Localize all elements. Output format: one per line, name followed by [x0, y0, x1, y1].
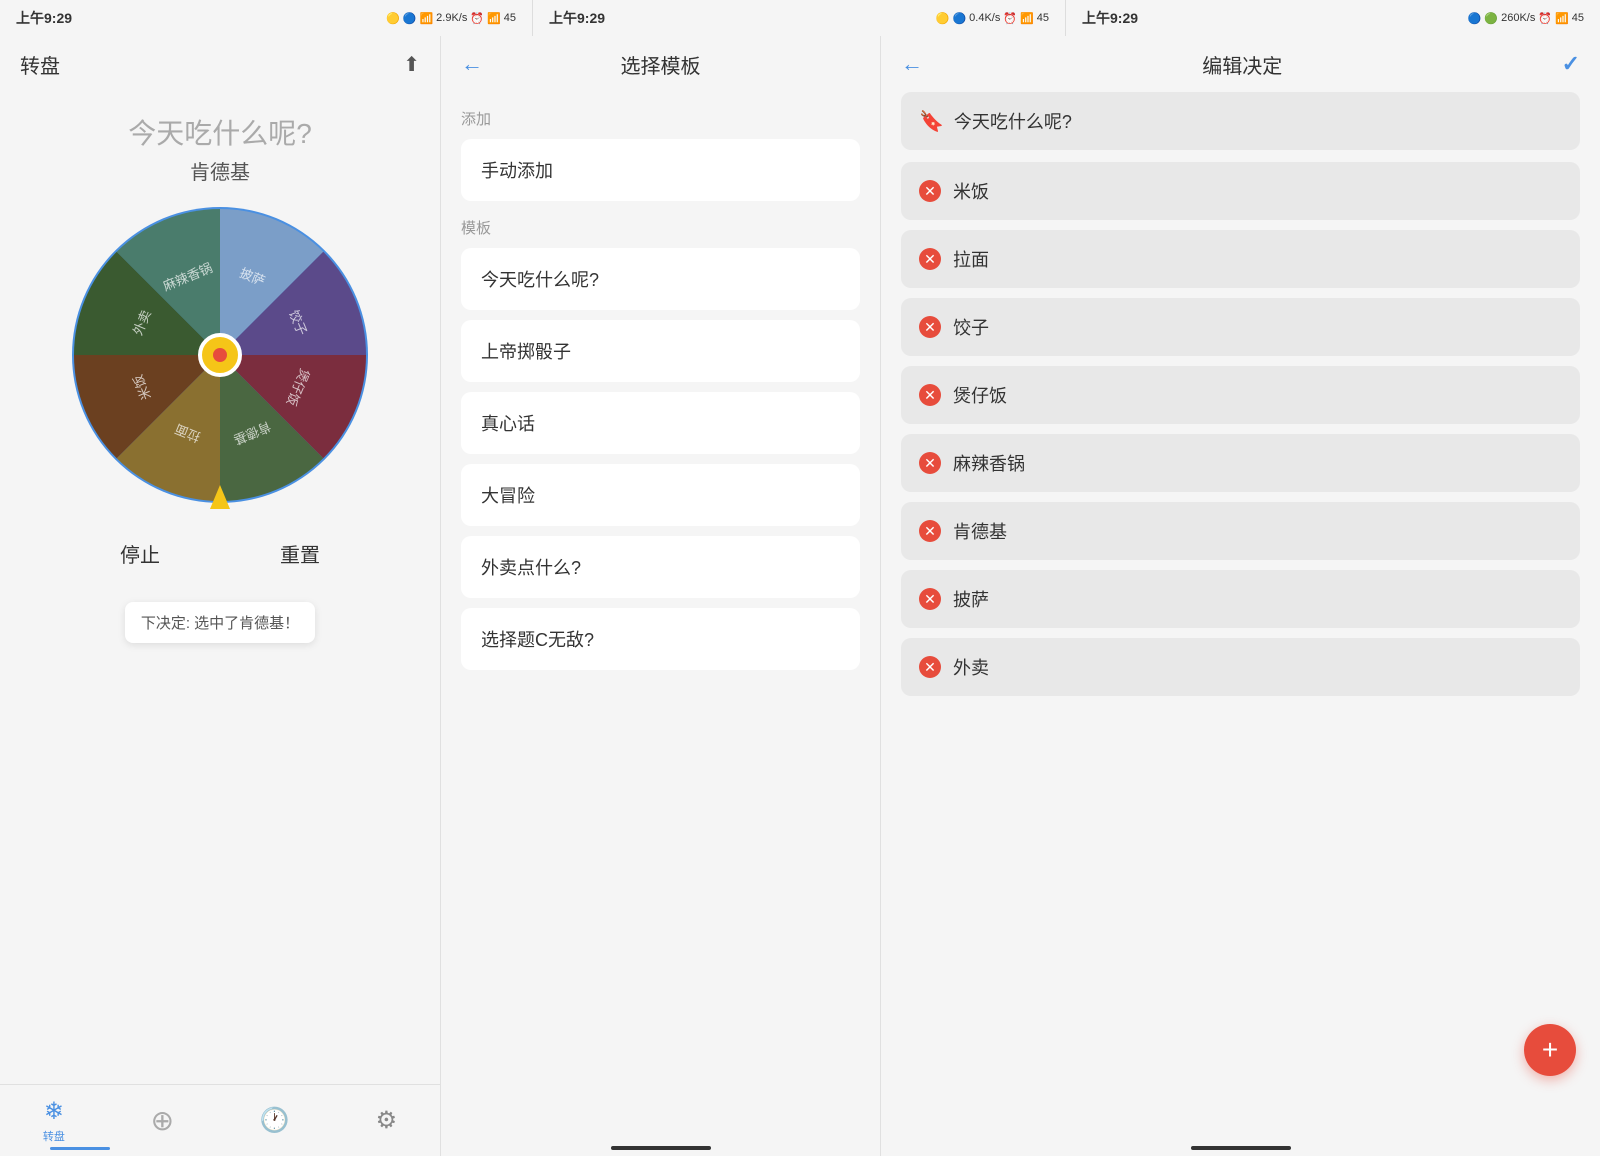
bottom-indicator-3 — [1191, 1146, 1291, 1150]
delete-item-0[interactable]: ✕ — [919, 180, 941, 202]
template-section-label: 模板 — [461, 217, 860, 238]
template-content: 添加 手动添加 模板 今天吃什么呢? 上帝掷骰子 真心话 大冒险 外卖点什么? … — [441, 92, 880, 1140]
wheel-pointer — [210, 485, 230, 509]
edit-item-text-0: 米饭 — [953, 178, 989, 204]
bottom-indicator-2 — [611, 1146, 711, 1150]
edit-header: ← 编辑决定 ✓ — [881, 36, 1600, 92]
fab-add-button[interactable]: + — [1524, 1024, 1576, 1076]
template-item-5[interactable]: 选择题C无敌? — [461, 608, 860, 670]
template-item-1[interactable]: 上帝掷骰子 — [461, 320, 860, 382]
wheel-header: 转盘 ⬆ — [0, 36, 440, 92]
delete-item-5[interactable]: ✕ — [919, 520, 941, 542]
edit-item-text-7: 外卖 — [953, 654, 989, 680]
add-nav-icon: ⊕ — [151, 1104, 174, 1137]
wheel-spinner[interactable]: 麻辣香锅 披萨 饺子 煲仔饭 肯德基 拉面 米饭 外卖 — [70, 205, 370, 505]
template-item-0[interactable]: 今天吃什么呢? — [461, 248, 860, 310]
time-3: 上午9:29 — [1082, 8, 1138, 28]
settings-nav-icon: ⚙ — [376, 1106, 398, 1135]
reset-button[interactable]: 重置 — [280, 539, 320, 568]
nav-active-indicator — [50, 1147, 110, 1150]
edit-item-text-2: 饺子 — [953, 314, 989, 340]
icons-2: 🟡 🔵 0.4K/s ⏰ 📶 45 — [936, 12, 1049, 25]
edit-item-text-1: 拉面 — [953, 246, 989, 272]
delete-item-1[interactable]: ✕ — [919, 248, 941, 270]
wheel-title-label: 转盘 — [20, 50, 60, 79]
manual-add-button[interactable]: 手动添加 — [461, 139, 860, 201]
edit-item-text-3: 煲仔饭 — [953, 382, 1007, 408]
panels: 转盘 ⬆ 今天吃什么呢? 肯德基 — [0, 36, 1600, 1156]
time-2: 上午9:29 — [549, 8, 605, 28]
history-nav-icon: 🕐 — [260, 1106, 290, 1135]
wheel-toast: 下决定: 选中了肯德基！ — [125, 602, 315, 643]
template-header: ← 选择模板 — [441, 36, 880, 92]
edit-item-text-5: 肯德基 — [953, 518, 1007, 544]
bookmark-icon: 🔖 — [919, 109, 944, 134]
time-1: 上午9:29 — [16, 8, 72, 28]
edit-item-7: ✕ 外卖 — [901, 638, 1580, 696]
delete-item-7[interactable]: ✕ — [919, 656, 941, 678]
panel-edit: ← 编辑决定 ✓ 🔖 今天吃什么呢? ✕ 米饭 ✕ 拉面 ✕ 饺子 — [880, 36, 1600, 1156]
edit-item-0: ✕ 米饭 — [901, 162, 1580, 220]
edit-item-6: ✕ 披萨 — [901, 570, 1580, 628]
edit-item-1: ✕ 拉面 — [901, 230, 1580, 288]
wheel-area: 今天吃什么呢? 肯德基 — [0, 92, 440, 1084]
edit-back-button[interactable]: ← — [901, 51, 923, 77]
edit-item-3: ✕ 煲仔饭 — [901, 366, 1580, 424]
template-item-2[interactable]: 真心话 — [461, 392, 860, 454]
add-section-label: 添加 — [461, 108, 860, 129]
wheel-question: 今天吃什么呢? — [128, 112, 312, 152]
edit-title-value: 今天吃什么呢? — [954, 108, 1072, 134]
wheel-center-dot — [213, 348, 227, 362]
delete-item-3[interactable]: ✕ — [919, 384, 941, 406]
panel-wheel: 转盘 ⬆ 今天吃什么呢? 肯德基 — [0, 36, 440, 1156]
edit-item-2: ✕ 饺子 — [901, 298, 1580, 356]
bottom-nav: ❄ 转盘 ⊕ 🕐 ⚙ — [0, 1084, 440, 1156]
nav-add[interactable]: ⊕ — [151, 1104, 174, 1137]
status-bar-3: 上午9:29 🔵 🟢 260K/s ⏰ 📶 45 — [1066, 0, 1600, 36]
nav-settings[interactable]: ⚙ — [376, 1106, 398, 1135]
panel2-bottom — [441, 1140, 880, 1156]
edit-title-row: 🔖 今天吃什么呢? — [901, 92, 1580, 150]
status-bars: 上午9:29 🟡 🔵 📶 2.9K/s ⏰ 📶 45 上午9:29 🟡 🔵 0.… — [0, 0, 1600, 36]
icons-3: 🔵 🟢 260K/s ⏰ 📶 45 — [1468, 12, 1584, 25]
edit-confirm-button[interactable]: ✓ — [1562, 51, 1580, 77]
nav-history[interactable]: 🕐 — [260, 1106, 290, 1135]
panel-template: ← 选择模板 添加 手动添加 模板 今天吃什么呢? 上帝掷骰子 真心话 大冒险 … — [440, 36, 880, 1156]
edit-item-4: ✕ 麻辣香锅 — [901, 434, 1580, 492]
template-item-4[interactable]: 外卖点什么? — [461, 536, 860, 598]
edit-item-text-4: 麻辣香锅 — [953, 450, 1025, 476]
icons-1: 🟡 🔵 📶 2.9K/s ⏰ 📶 45 — [386, 12, 516, 25]
edit-content: 🔖 今天吃什么呢? ✕ 米饭 ✕ 拉面 ✕ 饺子 ✕ 煲仔饭 ✕ — [881, 92, 1600, 1140]
template-back-button[interactable]: ← — [461, 51, 483, 77]
nav-wheel-label: 转盘 — [43, 1128, 65, 1144]
panel3-bottom — [881, 1140, 1600, 1156]
wheel-controls: 停止 重置 — [0, 515, 440, 592]
edit-title: 编辑决定 — [1202, 50, 1282, 79]
wheel-nav-icon: ❄ — [44, 1097, 64, 1126]
edit-item-5: ✕ 肯德基 — [901, 502, 1580, 560]
nav-wheel[interactable]: ❄ 转盘 — [43, 1097, 65, 1144]
share-icon[interactable]: ⬆ — [403, 52, 420, 77]
status-bar-1: 上午9:29 🟡 🔵 📶 2.9K/s ⏰ 📶 45 — [0, 0, 533, 36]
status-bar-2: 上午9:29 🟡 🔵 0.4K/s ⏰ 📶 45 — [533, 0, 1066, 36]
delete-item-2[interactable]: ✕ — [919, 316, 941, 338]
delete-item-4[interactable]: ✕ — [919, 452, 941, 474]
template-title: 选择模板 — [621, 50, 701, 79]
stop-button[interactable]: 停止 — [120, 539, 160, 568]
edit-item-text-6: 披萨 — [953, 586, 989, 612]
wheel-current-result: 肯德基 — [190, 156, 250, 185]
wheel-center-button[interactable] — [198, 333, 242, 377]
template-item-3[interactable]: 大冒险 — [461, 464, 860, 526]
delete-item-6[interactable]: ✕ — [919, 588, 941, 610]
